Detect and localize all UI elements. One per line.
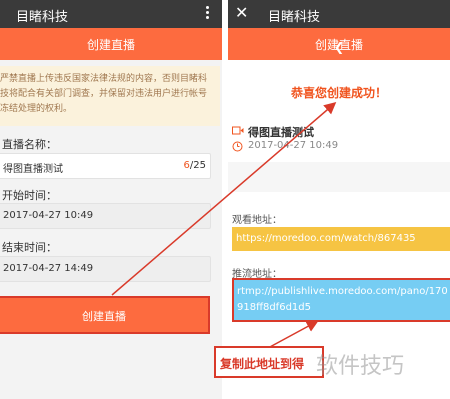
watch-url: https://moredoo.com/watch/867435 <box>236 233 416 244</box>
end-time-field[interactable]: 2017-04-27 14:49 <box>0 256 211 282</box>
create-success-screen: ✕ 目睹科技 ❮ 创建直播 恭喜您创建成功！ 得图直播测试 2017-04-27… <box>228 0 450 399</box>
clock-icon <box>232 141 243 152</box>
page-title: 创建直播 <box>86 38 135 52</box>
watch-url-label: 观看地址： <box>232 215 282 226</box>
success-message: 恭喜您创建成功！ <box>290 86 387 100</box>
push-url-box[interactable]: rtmp://publishlive.moredoo.com/pano/1709… <box>232 278 450 322</box>
live-name-label: 直播名称： <box>2 138 57 151</box>
app-name: 目睹科技 <box>16 10 69 25</box>
end-time-value: 2017-04-27 14:49 <box>3 263 94 274</box>
top-bar: 目睹科技 <box>0 0 222 28</box>
char-count-max: /25 <box>189 160 206 171</box>
watermark: 软件技巧 <box>316 354 405 379</box>
copy-hint-callout: 复制此地址到得 <box>214 346 324 378</box>
create-live-button[interactable]: 创建直播 <box>0 296 210 334</box>
create-live-button-label: 创建直播 <box>82 310 126 323</box>
close-icon[interactable]: ✕ <box>235 4 248 22</box>
char-counter: 6/25 <box>184 160 206 171</box>
watch-url-box[interactable]: https://moredoo.com/watch/867435 <box>232 227 450 251</box>
start-time-value: 2017-04-27 10:49 <box>3 210 94 221</box>
live-time: 2017-04-27 10:49 <box>248 140 339 151</box>
app-name: 目睹科技 <box>268 10 321 25</box>
notice-text: 严禁直播上传违反国家法律法规的内容，否则目睹科技将配合有关部门调查，并保留对违法… <box>0 74 208 114</box>
end-time-label: 结束时间： <box>2 241 57 254</box>
title-bar: 创建直播 <box>0 28 222 60</box>
legal-notice: 严禁直播上传违反国家法律法规的内容，否则目睹科技将配合有关部门调查，并保留对违法… <box>0 66 220 126</box>
more-vertical-icon[interactable] <box>204 5 210 23</box>
title-bar: ❮ 创建直播 <box>228 28 450 60</box>
create-live-screen: 目睹科技 创建直播 严禁直播上传违反国家法律法规的内容，否则目睹科技将配合有关部… <box>0 0 222 399</box>
page-title: 创建直播 <box>314 38 363 52</box>
video-camera-icon <box>232 126 244 135</box>
start-time-label: 开始时间： <box>2 189 57 202</box>
push-url: rtmp://publishlive.moredoo.com/pano/1709… <box>237 286 448 313</box>
top-bar: ✕ 目睹科技 <box>228 0 450 28</box>
section-separator <box>228 162 450 192</box>
screenshot-root: 目睹科技 创建直播 严禁直播上传违反国家法律法规的内容，否则目睹科技将配合有关部… <box>0 0 450 399</box>
live-name-value: 得图直播测试 <box>3 164 63 175</box>
start-time-field[interactable]: 2017-04-27 10:49 <box>0 203 211 229</box>
live-title: 得图直播测试 <box>248 126 314 139</box>
copy-hint-text: 复制此地址到得 <box>220 357 305 371</box>
live-name-input[interactable]: 得图直播测试 6/25 <box>0 153 211 179</box>
